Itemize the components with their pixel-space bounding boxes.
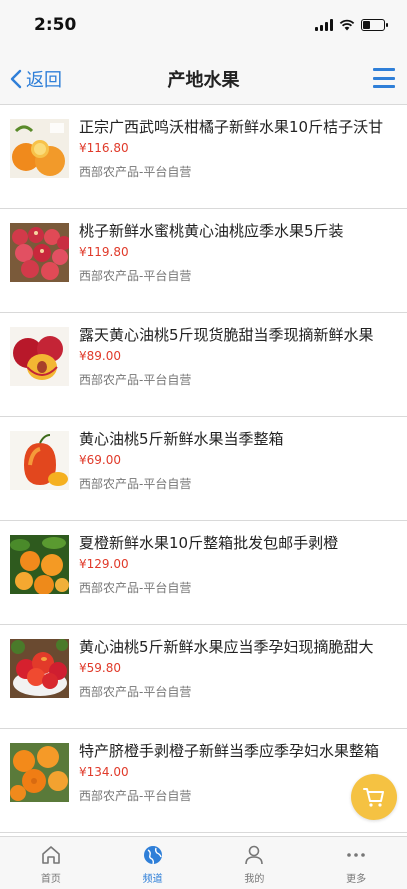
globe-icon	[141, 843, 165, 867]
product-image-mandarin-oranges	[10, 119, 69, 178]
tab-bar: 首页 频道 我的 更多	[0, 836, 407, 889]
tab-mine[interactable]: 我的	[204, 837, 306, 889]
product-shop: 西部农产品-平台自营	[79, 581, 192, 595]
product-item[interactable]: 桃子新鲜水蜜桃黄心油桃应季水果5斤装 ¥119.80 西部农产品-平台自营	[0, 209, 407, 313]
tab-home[interactable]: 首页	[0, 837, 102, 889]
more-icon	[344, 843, 368, 867]
cart-icon	[363, 788, 384, 807]
tab-label: 更多	[346, 874, 367, 885]
product-item[interactable]: 黄心油桃5斤新鲜水果当季整箱 ¥69.00 西部农产品-平台自营	[0, 417, 407, 521]
product-title: 露天黄心油桃5斤现货脆甜当季现摘新鲜水果	[79, 326, 374, 344]
product-title: 桃子新鲜水蜜桃黄心油桃应季水果5斤装	[79, 222, 344, 240]
tab-more[interactable]: 更多	[305, 837, 407, 889]
tab-label: 我的	[244, 874, 265, 885]
product-title: 黄心油桃5斤新鲜水果当季整箱	[79, 430, 284, 448]
product-price: ¥129.00	[79, 557, 129, 571]
product-price: ¥59.80	[79, 661, 121, 675]
status-bar: 2:50	[0, 0, 407, 52]
tab-channel[interactable]: 频道	[102, 837, 204, 889]
product-price: ¥134.00	[79, 765, 129, 779]
product-item[interactable]: 夏橙新鲜水果10斤整箱批发包邮手剥橙 ¥129.00 西部农产品-平台自营	[0, 521, 407, 625]
product-price: ¥69.00	[79, 453, 121, 467]
product-price: ¥89.00	[79, 349, 121, 363]
product-shop: 西部农产品-平台自营	[79, 373, 192, 387]
product-shop: 西部农产品-平台自营	[79, 269, 192, 283]
product-image-nectarine-halves	[10, 327, 69, 386]
navigation-bar: 返回 产地水果	[0, 52, 407, 105]
product-price: ¥116.80	[79, 141, 129, 155]
page-title: 产地水果	[167, 70, 240, 91]
wifi-icon	[339, 19, 355, 31]
product-image-peaches-basket	[10, 223, 69, 282]
home-icon	[39, 843, 63, 867]
product-shop: 西部农产品-平台自营	[79, 165, 192, 179]
status-time: 2:50	[34, 15, 77, 35]
product-image-navel-oranges	[10, 743, 69, 802]
product-title: 夏橙新鲜水果10斤整箱批发包邮手剥橙	[79, 534, 339, 552]
product-price: ¥119.80	[79, 245, 129, 259]
menu-icon[interactable]	[373, 68, 395, 88]
product-title: 正宗广西武鸣沃柑橘子新鲜水果10斤桔子沃甘	[79, 118, 384, 136]
product-list: 正宗广西武鸣沃柑橘子新鲜水果10斤桔子沃甘 ¥116.80 西部农产品-平台自营…	[0, 105, 407, 833]
tab-label: 频道	[142, 874, 163, 885]
product-shop: 西部农产品-平台自营	[79, 789, 192, 803]
product-image-nectarine-single	[10, 431, 69, 490]
product-image-nectarines-bowl	[10, 639, 69, 698]
tab-label: 首页	[40, 874, 61, 885]
product-item[interactable]: 黄心油桃5斤新鲜水果应当季孕妇现摘脆甜大 ¥59.80 西部农产品-平台自营	[0, 625, 407, 729]
product-item[interactable]: 正宗广西武鸣沃柑橘子新鲜水果10斤桔子沃甘 ¥116.80 西部农产品-平台自营	[0, 105, 407, 209]
status-icons	[315, 19, 388, 31]
product-item[interactable]: 露天黄心油桃5斤现货脆甜当季现摘新鲜水果 ¥89.00 西部农产品-平台自营	[0, 313, 407, 417]
user-icon	[242, 843, 266, 867]
product-item[interactable]: 特产脐橙手剥橙子新鲜当季应季孕妇水果整箱 ¥134.00 西部农产品-平台自营	[0, 729, 407, 833]
cart-button[interactable]	[351, 774, 397, 820]
battery-icon	[361, 19, 388, 31]
product-title: 黄心油桃5斤新鲜水果应当季孕妇现摘脆甜大	[79, 638, 374, 656]
signal-icon	[315, 19, 333, 31]
product-shop: 西部农产品-平台自营	[79, 685, 192, 699]
product-image-oranges-tree	[10, 535, 69, 594]
product-shop: 西部农产品-平台自营	[79, 477, 192, 491]
product-title: 特产脐橙手剥橙子新鲜当季应季孕妇水果整箱	[79, 742, 380, 760]
